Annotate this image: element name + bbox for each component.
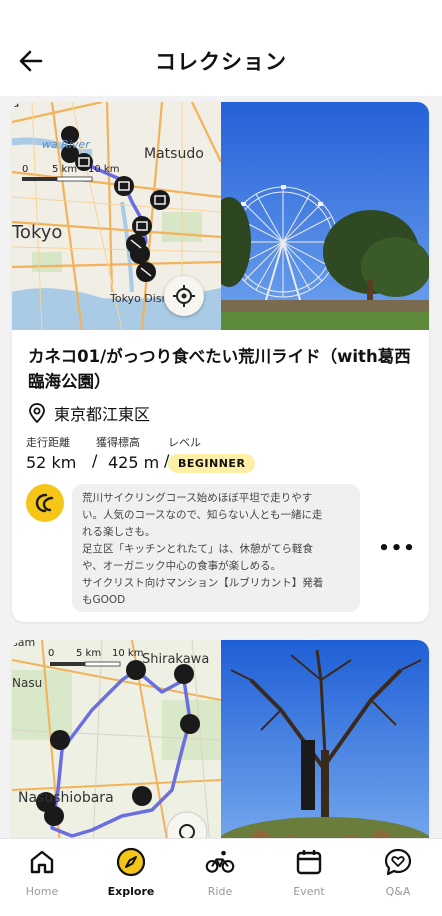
ferris-wheel-photo	[221, 102, 429, 330]
map-label-top: sam	[12, 640, 36, 649]
description-line: れる楽しさも。	[82, 526, 156, 538]
level-badge: BEGINNER	[168, 454, 256, 473]
distance-label: 走行距離	[26, 436, 70, 449]
bicycle-icon	[205, 847, 235, 877]
page-title: コレクション	[155, 50, 287, 74]
map-label-city: Shirakawa	[142, 652, 210, 667]
distance-value: 52 km	[26, 453, 77, 472]
card-media: sam Shirakawa Nasu Nasushiobara 0 5 km 1…	[12, 640, 429, 838]
card-media: wa River Matsudo Tokyo Tokyo Disn and a …	[12, 102, 429, 330]
locate-button[interactable]	[164, 276, 204, 316]
more-options-button[interactable]: •••	[378, 538, 415, 559]
map-graphic	[12, 640, 221, 838]
tab-home[interactable]: Home	[0, 847, 86, 907]
collection-feed[interactable]: wa River Matsudo Tokyo Tokyo Disn and a …	[0, 96, 442, 838]
elevation-label: 獲得標高	[96, 436, 140, 449]
location-pin-icon	[29, 403, 45, 423]
calendar-icon	[294, 847, 324, 877]
description-line: や、オーガニック中心の食事が楽しめる。	[82, 560, 282, 572]
map-label-top: a	[12, 102, 20, 110]
avatar[interactable]	[26, 484, 64, 522]
tab-label: Event	[293, 885, 325, 898]
tab-label: Home	[25, 885, 59, 898]
app-header: コレクション	[0, 0, 442, 100]
brand-logo-icon	[35, 493, 54, 513]
scale-label: 10 km	[88, 164, 120, 175]
scale-label: 5 km	[76, 648, 102, 659]
tree-photo	[221, 640, 429, 838]
ride-title[interactable]: カネコ01/がっつり食べたい荒川ライド（with葛西臨海公園）	[28, 344, 418, 394]
scale-label: 10 km	[112, 648, 144, 659]
scale-label: 0	[48, 648, 55, 659]
home-icon	[27, 847, 57, 877]
location-row: 東京都江東区	[28, 401, 150, 425]
description-line: もGOOD	[82, 594, 126, 606]
location-text: 東京都江東区	[54, 405, 151, 424]
ride-photo[interactable]	[221, 640, 429, 838]
tab-qa[interactable]: Q&A	[354, 847, 442, 907]
level-label: レベル	[168, 436, 201, 449]
map-label-city: Matsudo	[144, 146, 204, 162]
map-label-river: wa River	[42, 138, 90, 151]
bottom-tab-bar: Home Explore Ride Event Q&A	[0, 838, 442, 916]
description-line: サイクリスト向けマンション【ルブリカント】発着	[82, 577, 324, 589]
description-box[interactable]: 荒川サイクリングコース始めほぼ平坦で走りやす い。人気のコースなので、知らない人…	[72, 484, 360, 612]
map-label-city: Nasushiobara	[18, 790, 114, 806]
tab-event[interactable]: Event	[265, 847, 353, 907]
elevation-value: 425 m	[108, 453, 160, 472]
route-map[interactable]: sam Shirakawa Nasu Nasushiobara 0 5 km 1…	[12, 640, 221, 838]
stat-separator: /	[92, 451, 98, 470]
compass-icon	[116, 847, 146, 877]
description-row: 荒川サイクリングコース始めほぼ平坦で走りやす い。人気のコースなので、知らない人…	[26, 484, 416, 614]
route-map[interactable]: wa River Matsudo Tokyo Tokyo Disn and a …	[12, 102, 221, 330]
tab-ride[interactable]: Ride	[176, 847, 264, 907]
crosshair-icon	[173, 285, 195, 307]
ride-card[interactable]: sam Shirakawa Nasu Nasushiobara 0 5 km 1…	[12, 640, 429, 838]
ride-card[interactable]: wa River Matsudo Tokyo Tokyo Disn and a …	[12, 102, 429, 622]
map-label-city: Tokyo	[12, 222, 63, 243]
tab-label: Ride	[207, 885, 233, 898]
description-line: 足立区「キッチンとれたて」は、休憩がてら軽食	[82, 543, 313, 555]
scale-label: 5 km	[52, 164, 78, 175]
map-label-city: Nasu	[12, 676, 43, 690]
ride-photo[interactable]	[221, 102, 429, 330]
tab-label: Explore	[107, 885, 155, 898]
scale-label: 0	[22, 164, 29, 175]
tab-label: Q&A	[385, 885, 411, 898]
description-line: 荒川サイクリングコース始めほぼ平坦で走りやす	[82, 492, 313, 504]
heart-chat-icon	[383, 847, 413, 877]
description-line: い。人気のコースなので、知らない人とも一緒に走	[82, 509, 323, 521]
tab-explore[interactable]: Explore	[87, 847, 175, 907]
